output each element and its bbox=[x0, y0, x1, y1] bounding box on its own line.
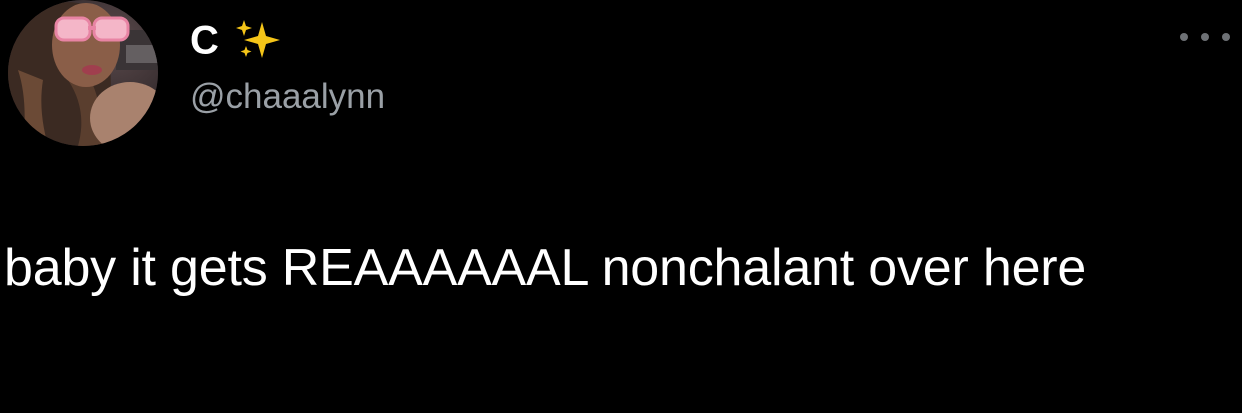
more-options-button[interactable] bbox=[1180, 26, 1230, 48]
avatar[interactable] bbox=[8, 0, 158, 146]
tweet-text: baby it gets REAAAAAAL nonchalant over h… bbox=[4, 239, 1087, 297]
tweet-card: C @chaaalynn baby it gets REAAAAAAL nonc… bbox=[0, 0, 1242, 413]
display-name[interactable]: C bbox=[190, 14, 288, 64]
profile-photo bbox=[8, 0, 158, 146]
display-name-text: C bbox=[190, 18, 219, 63]
more-horizontal-icon bbox=[1222, 33, 1230, 41]
sparkles-icon bbox=[236, 20, 281, 59]
user-handle[interactable]: @chaaalynn bbox=[190, 76, 385, 118]
more-horizontal-icon bbox=[1180, 33, 1188, 41]
more-horizontal-icon bbox=[1201, 33, 1209, 41]
